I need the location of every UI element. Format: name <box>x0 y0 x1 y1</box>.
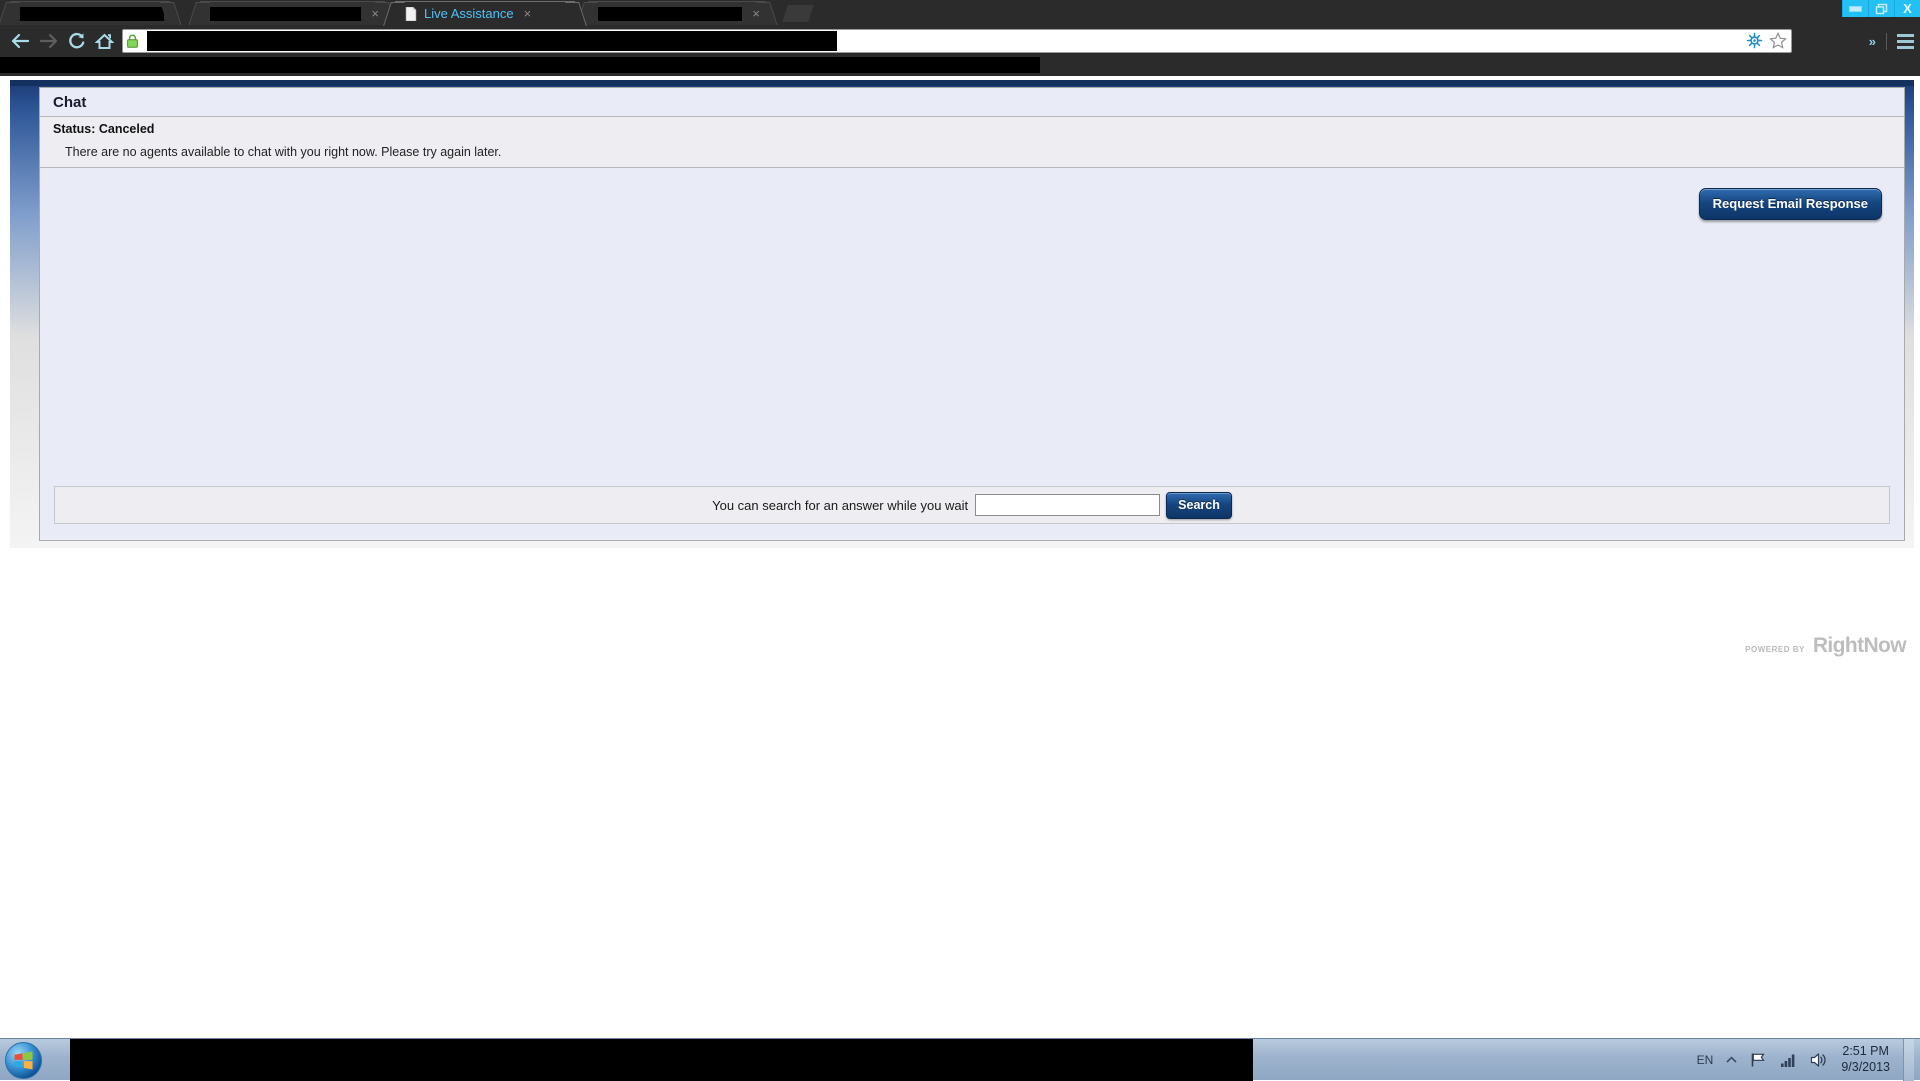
chat-header: Chat <box>40 88 1904 117</box>
show-desktop-button[interactable] <box>1903 1039 1914 1081</box>
new-tab-button[interactable] <box>782 5 814 22</box>
bookmarks-redacted-bar <box>0 57 1040 73</box>
search-bar: You can search for an answer while you w… <box>54 486 1890 524</box>
tab-title-redacted <box>20 7 164 21</box>
action-center-flag-icon[interactable] <box>1750 1052 1767 1068</box>
home-button[interactable] <box>90 27 118 55</box>
speaker-icon <box>1810 1052 1828 1068</box>
powered-by-label: POWERED BY <box>1745 645 1805 658</box>
system-tray: EN 2:51 PM <box>1697 1039 1920 1081</box>
reload-icon <box>67 32 86 50</box>
search-input[interactable] <box>975 494 1160 516</box>
browser-tab-4[interactable]: × <box>588 1 766 25</box>
restore-button[interactable] <box>1868 0 1894 17</box>
reload-button[interactable] <box>62 27 90 55</box>
windows-taskbar: EN 2:51 PM <box>0 1038 1920 1080</box>
flag-icon <box>1750 1052 1767 1068</box>
close-button[interactable]: X <box>1894 0 1920 17</box>
chat-window: Chat Status: Canceled There are no agent… <box>39 87 1905 541</box>
home-icon <box>95 33 114 50</box>
bookmark-star-icon[interactable] <box>1769 32 1787 49</box>
status-badge: Status: Canceled <box>53 122 1904 136</box>
windows-logo-icon <box>13 1050 34 1071</box>
tab-edge-left <box>188 2 210 26</box>
forward-arrow-icon <box>39 33 58 49</box>
page-title: Chat <box>53 94 86 111</box>
chevron-up-icon <box>1726 1056 1737 1064</box>
signal-bars-icon <box>1780 1053 1797 1068</box>
tab-title-redacted <box>210 7 361 21</box>
padlock-icon <box>126 34 139 48</box>
tab-strip: × Live Assistance × × <box>0 0 1600 25</box>
request-email-response-button[interactable]: Request Email Response <box>1699 188 1882 220</box>
window-controls: X <box>1842 0 1920 17</box>
restore-icon <box>1875 3 1888 15</box>
chat-panel-frame: Chat Status: Canceled There are no agent… <box>10 80 1914 548</box>
language-indicator[interactable]: EN <box>1697 1053 1714 1067</box>
tab-edge-right <box>756 2 778 26</box>
browser-tab-2[interactable]: × <box>200 1 385 25</box>
tab-edge-right <box>160 2 182 26</box>
browser-tab-1[interactable] <box>10 1 170 25</box>
back-button[interactable] <box>6 27 34 55</box>
chat-panel-accent <box>10 80 1914 86</box>
forward-button[interactable] <box>34 27 62 55</box>
tab-close-icon[interactable]: × <box>524 6 532 21</box>
url-redacted-bar <box>147 31 837 51</box>
chat-status-block: Status: Canceled There are no agents ava… <box>40 117 1904 168</box>
browser-menu-icon[interactable] <box>1897 34 1914 49</box>
rightnow-logo: RightNow <box>1813 634 1906 658</box>
chat-transcript-area: Request Email Response <box>40 168 1904 480</box>
clock-time: 2:51 PM <box>1841 1044 1890 1060</box>
search-button[interactable]: Search <box>1166 492 1232 519</box>
plugin-icon[interactable] <box>1746 32 1763 49</box>
more-tools-chevron-icon[interactable]: » <box>1869 34 1876 49</box>
network-signal-icon[interactable] <box>1780 1053 1797 1068</box>
tab-edge-left <box>0 2 20 26</box>
search-prompt-label: You can search for an answer while you w… <box>712 498 968 513</box>
show-hidden-icons-chevron-icon[interactable] <box>1726 1056 1737 1064</box>
powered-by-branding: POWERED BY RightNow <box>1745 634 1906 658</box>
clock-date: 9/3/2013 <box>1841 1060 1890 1076</box>
toolbar-right-actions: » <box>1869 25 1914 57</box>
url-bar-actions <box>1746 32 1787 49</box>
browser-tab-live-assistance[interactable]: Live Assistance × <box>395 1 575 25</box>
volume-icon[interactable] <box>1810 1052 1828 1068</box>
back-arrow-icon <box>11 33 30 49</box>
minimize-button[interactable] <box>1842 0 1868 17</box>
clock[interactable]: 2:51 PM 9/3/2013 <box>1841 1044 1890 1075</box>
page-favicon-icon <box>405 7 417 21</box>
browser-window: × Live Assistance × × <box>0 0 1920 85</box>
tab-title-redacted <box>598 7 742 21</box>
page-content: Chat Status: Canceled There are no agent… <box>0 76 1920 1080</box>
start-button[interactable] <box>5 1042 42 1079</box>
tab-title-label: Live Assistance <box>424 6 514 21</box>
taskbar-item-redacted[interactable] <box>70 1039 1253 1081</box>
chat-message-text: There are no agents available to chat wi… <box>53 145 1904 159</box>
